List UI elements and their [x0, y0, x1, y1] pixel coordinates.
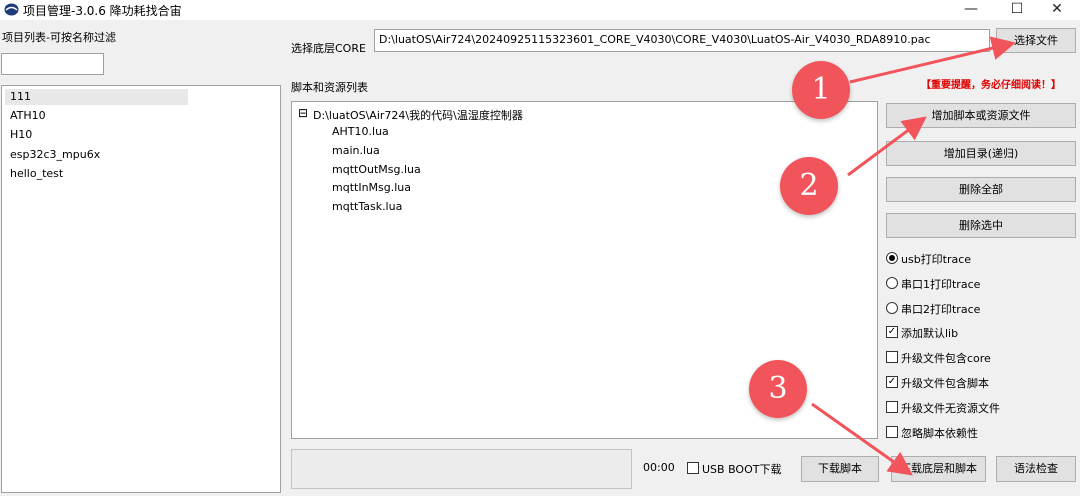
annotation-marker-1: 1	[792, 61, 850, 119]
annotation-arrows	[811, 36, 1016, 476]
annotation-arrow-2	[847, 116, 927, 177]
annotation-marker-2: 2	[780, 157, 838, 215]
annotation-arrow-1	[849, 36, 1016, 84]
annotation-marker-3: 3	[749, 360, 807, 418]
annotation-arrow-3	[811, 402, 913, 476]
